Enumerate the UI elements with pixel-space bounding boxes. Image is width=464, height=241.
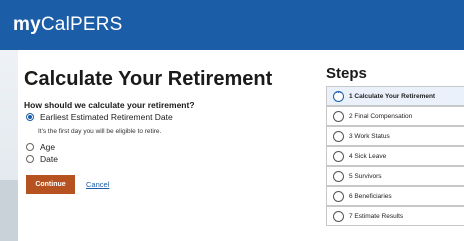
step-1-calculate-retirement[interactable]: ··· 1 Calculate Your Retirement	[326, 86, 464, 106]
page-title: Calculate Your Retirement	[24, 68, 273, 90]
option-age-label: Age	[40, 142, 56, 152]
step-4-sick-leave[interactable]: 4 Sick Leave	[326, 146, 464, 166]
radio-date[interactable]	[26, 155, 34, 163]
empty-circle-icon	[333, 191, 344, 202]
option-earliest-date-label: Earliest Estimated Retirement Date	[40, 112, 173, 122]
step-label: 5 Survivors	[349, 173, 382, 180]
left-gutter-band	[0, 180, 18, 241]
step-label: 2 Final Compensation	[349, 113, 413, 120]
option-age[interactable]: Age	[26, 142, 55, 152]
step-3-work-status[interactable]: 3 Work Status	[326, 126, 464, 146]
step-6-beneficiaries[interactable]: 6 Beneficiaries	[326, 186, 464, 206]
step-label: 6 Beneficiaries	[349, 193, 392, 200]
step-7-estimate-results[interactable]: 7 Estimate Results	[326, 206, 464, 226]
main-content: Calculate Your Retirement How should we …	[18, 50, 315, 241]
step-2-final-compensation[interactable]: 2 Final Compensation	[326, 106, 464, 126]
steps-title: Steps	[326, 65, 367, 82]
calculation-question: How should we calculate your retirement?	[24, 100, 195, 110]
empty-circle-icon	[333, 211, 344, 222]
step-label: 7 Estimate Results	[349, 213, 404, 220]
step-label: 1 Calculate Your Retirement	[349, 93, 436, 100]
logo-my: my	[13, 14, 41, 35]
step-label: 4 Sick Leave	[349, 153, 387, 160]
step-label: 3 Work Status	[349, 133, 390, 140]
option-date[interactable]: Date	[26, 154, 58, 164]
step-5-survivors[interactable]: 5 Survivors	[326, 166, 464, 186]
radio-earliest-date[interactable]	[26, 113, 34, 121]
cancel-link[interactable]: Cancel	[86, 180, 109, 189]
continue-button[interactable]: Continue	[26, 175, 75, 194]
option-date-label: Date	[40, 154, 58, 164]
option-earliest-date[interactable]: Earliest Estimated Retirement Date	[26, 112, 173, 122]
empty-circle-icon	[333, 111, 344, 122]
mycalpers-logo[interactable]: myCalPERS	[13, 14, 123, 36]
empty-circle-icon	[333, 171, 344, 182]
in-progress-icon: ···	[333, 90, 344, 102]
app-header: myCalPERS	[0, 0, 464, 50]
option-earliest-date-hint: It's the first day you will be eligible …	[38, 128, 162, 135]
logo-calpers: CalPERS	[40, 14, 123, 35]
empty-circle-icon	[333, 131, 344, 142]
radio-age[interactable]	[26, 143, 34, 151]
empty-circle-icon	[333, 151, 344, 162]
